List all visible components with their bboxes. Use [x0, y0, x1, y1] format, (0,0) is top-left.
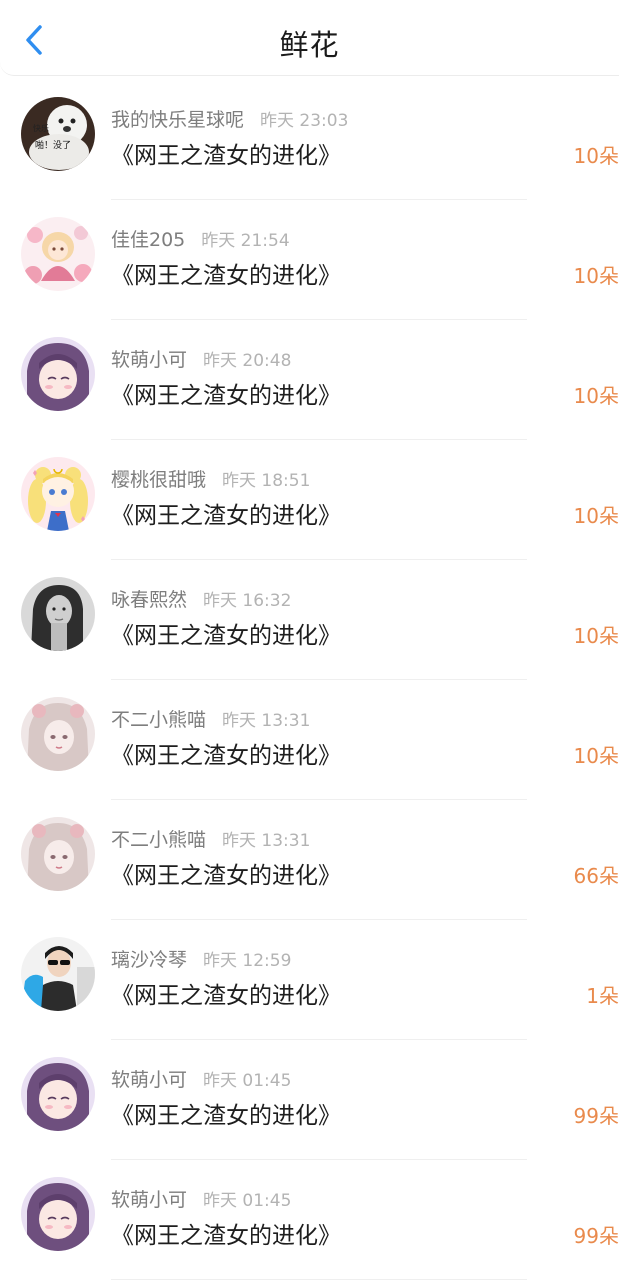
flower-count: 10朵: [573, 264, 619, 288]
nav-bar: 鲜花: [0, 0, 619, 76]
list-item[interactable]: 佳佳205 昨天 21:54 《网王之渣女的进化》 10朵: [0, 200, 619, 320]
flower-count: 1朵: [586, 984, 619, 1008]
book-title[interactable]: 《网王之渣女的进化》: [111, 976, 341, 1010]
avatar[interactable]: [21, 1177, 95, 1251]
list-item[interactable]: 樱桃很甜哦 昨天 18:51 《网王之渣女的进化》 10朵: [0, 440, 619, 560]
flower-count: 10朵: [573, 144, 619, 168]
flower-count: 10朵: [573, 384, 619, 408]
timestamp: 昨天 12:59: [203, 951, 292, 971]
book-title[interactable]: 《网王之渣女的进化》: [111, 1216, 341, 1250]
timestamp: 昨天 13:31: [222, 711, 311, 731]
avatar[interactable]: [21, 217, 95, 291]
book-title[interactable]: 《网王之渣女的进化》: [111, 736, 341, 770]
username[interactable]: 我的快乐星球呢: [111, 109, 244, 131]
flower-count: 99朵: [573, 1224, 619, 1248]
book-title[interactable]: 《网王之渣女的进化》: [111, 856, 341, 890]
username[interactable]: 软萌小可: [111, 349, 187, 371]
list-item[interactable]: 软萌小可 昨天 20:48 《网王之渣女的进化》 10朵: [0, 320, 619, 440]
book-title[interactable]: 《网王之渣女的进化》: [111, 616, 341, 650]
avatar[interactable]: [21, 457, 95, 531]
username[interactable]: 软萌小可: [111, 1189, 187, 1211]
flower-count: 99朵: [573, 1104, 619, 1128]
book-title[interactable]: 《网王之渣女的进化》: [111, 496, 341, 530]
list-item[interactable]: 软萌小可 昨天 01:45 《网王之渣女的进化》 99朵: [0, 1160, 619, 1280]
timestamp: 昨天 21:54: [201, 231, 290, 251]
svg-text:快乐: 快乐: [33, 123, 49, 133]
flower-count: 10朵: [573, 504, 619, 528]
list-item[interactable]: 咏春熙然 昨天 16:32 《网王之渣女的进化》 10朵: [0, 560, 619, 680]
timestamp: 昨天 23:03: [260, 111, 349, 131]
svg-text:啪！没了: 啪！没了: [35, 139, 71, 151]
timestamp: 昨天 01:45: [203, 1191, 292, 1211]
flower-count: 66朵: [573, 864, 619, 888]
avatar[interactable]: [21, 577, 95, 651]
flower-count: 10朵: [573, 624, 619, 648]
timestamp: 昨天 13:31: [222, 831, 311, 851]
list-item[interactable]: 软萌小可 昨天 01:45 《网王之渣女的进化》 99朵: [0, 1040, 619, 1160]
book-title[interactable]: 《网王之渣女的进化》: [111, 136, 341, 170]
avatar[interactable]: [21, 337, 95, 411]
flower-list: 快乐 啪！没了 我的快乐星球呢昨天 23:03 《网王之渣女的进化》 10朵: [0, 80, 619, 1280]
avatar[interactable]: [21, 1057, 95, 1131]
timestamp: 昨天 16:32: [203, 591, 292, 611]
timestamp: 昨天 18:51: [222, 471, 311, 491]
username[interactable]: 樱桃很甜哦: [111, 469, 206, 491]
flower-count: 10朵: [573, 744, 619, 768]
book-title[interactable]: 《网王之渣女的进化》: [111, 376, 341, 410]
book-title[interactable]: 《网王之渣女的进化》: [111, 256, 341, 290]
list-item[interactable]: 不二小熊喵 昨天 13:31 《网王之渣女的进化》 66朵: [0, 800, 619, 920]
username[interactable]: 璃沙冷琴: [111, 949, 187, 971]
avatar[interactable]: [21, 937, 95, 1011]
username[interactable]: 不二小熊喵: [111, 709, 206, 731]
book-title[interactable]: 《网王之渣女的进化》: [111, 1096, 341, 1130]
timestamp: 昨天 20:48: [203, 351, 292, 371]
list-item[interactable]: 璃沙冷琴 昨天 12:59 《网王之渣女的进化》 1朵: [0, 920, 619, 1040]
timestamp: 昨天 01:45: [203, 1071, 292, 1091]
list-item[interactable]: 快乐 啪！没了 我的快乐星球呢 昨天 23:03 《网王之渣女的进化》 10朵: [0, 80, 619, 200]
username[interactable]: 咏春熙然: [111, 589, 187, 611]
avatar[interactable]: [21, 697, 95, 771]
list-item[interactable]: 不二小熊喵 昨天 13:31 《网王之渣女的进化》 10朵: [0, 680, 619, 800]
avatar[interactable]: [21, 817, 95, 891]
username[interactable]: 不二小熊喵: [111, 829, 206, 851]
avatar[interactable]: 快乐 啪！没了: [21, 97, 95, 171]
username[interactable]: 软萌小可: [111, 1069, 187, 1091]
page-title: 鲜花: [279, 28, 340, 62]
username[interactable]: 佳佳205: [111, 229, 185, 251]
